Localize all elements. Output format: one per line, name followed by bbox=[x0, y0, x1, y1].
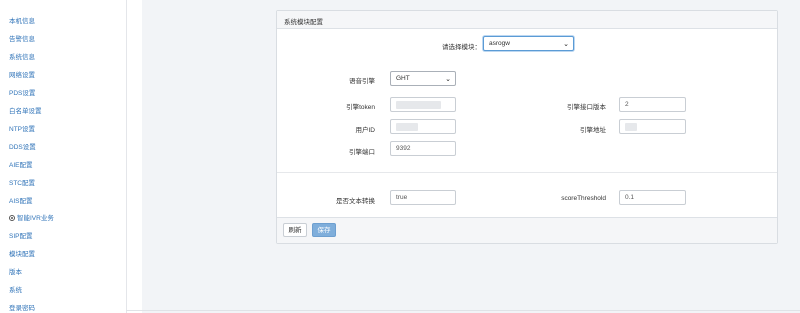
sidebar-item-whitelist-settings[interactable]: 白名单设置 bbox=[9, 105, 42, 115]
redacted-value bbox=[625, 123, 637, 131]
engine-select-value: GHT bbox=[396, 75, 410, 82]
panel-header: 系统模块配置 bbox=[277, 11, 777, 29]
sidebar-item-system-info[interactable]: 系统信息 bbox=[9, 51, 35, 61]
engine-port-label: 引擎端口 bbox=[349, 149, 375, 156]
sidebar-item-ntp-settings[interactable]: NTP设置 bbox=[9, 123, 35, 133]
save-button[interactable]: 保存 bbox=[312, 223, 336, 237]
text-convert-label: 是否文本转换 bbox=[336, 198, 375, 205]
bottom-divider bbox=[126, 310, 800, 311]
sidebar-item-stc-config[interactable]: STC配置 bbox=[9, 177, 35, 187]
redacted-value bbox=[396, 101, 441, 109]
panel-footer: 刷新 保存 bbox=[277, 217, 777, 243]
address-input[interactable] bbox=[619, 119, 686, 134]
sidebar-item-module-config[interactable]: 模块配置 bbox=[9, 248, 35, 258]
refresh-button[interactable]: 刷新 bbox=[283, 223, 307, 237]
token-label: 引擎token bbox=[346, 104, 375, 111]
text-convert-input[interactable]: true bbox=[390, 190, 456, 205]
sidebar-item-sip-config[interactable]: SIP配置 bbox=[9, 230, 32, 240]
sidebar-item-system[interactable]: 系统 bbox=[9, 284, 22, 294]
circle-dot-icon bbox=[9, 215, 15, 221]
sidebar-item-aie-config[interactable]: AIE配置 bbox=[9, 159, 32, 169]
engine-port-input[interactable]: 9392 bbox=[390, 141, 456, 156]
sidebar-item-pds-settings[interactable]: PDS设置 bbox=[9, 87, 35, 97]
panel-title: 系统模块配置 bbox=[284, 19, 323, 26]
sidebar-item-version[interactable]: 版本 bbox=[9, 266, 22, 276]
score-threshold-input[interactable]: 0.1 bbox=[619, 190, 686, 205]
sidebar-item-network-settings[interactable]: 网络设置 bbox=[9, 69, 35, 79]
module-config-panel: 系统模块配置 请选择模块： asrogw ⌄ 语音引擎 GHT ⌄ 引擎toke… bbox=[276, 10, 778, 244]
sidebar-item-alarm-info[interactable]: 告警信息 bbox=[9, 33, 35, 43]
sidebar-item-smart-ivr[interactable]: 智能IVR业务 bbox=[9, 212, 54, 222]
score-threshold-label: scoreThreshold bbox=[561, 195, 606, 202]
sidebar-item-label: 智能IVR业务 bbox=[17, 215, 54, 222]
module-select[interactable]: asrogw ⌄ bbox=[483, 36, 574, 51]
chevron-down-icon: ⌄ bbox=[445, 76, 451, 83]
module-select-value: asrogw bbox=[489, 40, 510, 47]
address-label: 引擎地址 bbox=[580, 127, 606, 134]
engine-label: 语音引擎 bbox=[349, 78, 375, 85]
user-id-input[interactable] bbox=[390, 119, 456, 134]
sidebar-item-login-password[interactable]: 登录密码 bbox=[9, 302, 35, 312]
redacted-value bbox=[396, 123, 418, 131]
chevron-down-icon: ⌄ bbox=[563, 41, 569, 48]
sidebar: 本机信息 告警信息 系统信息 网络设置 PDS设置 白名单设置 NTP设置 DD… bbox=[0, 0, 142, 313]
sidebar-divider bbox=[126, 0, 127, 313]
sidebar-item-ais-config[interactable]: AIS配置 bbox=[9, 195, 32, 205]
sidebar-item-local-info[interactable]: 本机信息 bbox=[9, 15, 35, 25]
port-version-input[interactable]: 2 bbox=[619, 97, 686, 112]
port-version-label: 引擎接口版本 bbox=[567, 104, 606, 111]
module-select-label: 请选择模块： bbox=[442, 44, 481, 51]
user-id-label: 用户ID bbox=[355, 127, 376, 134]
section-divider bbox=[277, 172, 777, 173]
engine-select[interactable]: GHT ⌄ bbox=[390, 71, 456, 86]
token-input[interactable] bbox=[390, 97, 456, 112]
sidebar-item-dds-settings[interactable]: DDS设置 bbox=[9, 141, 36, 151]
